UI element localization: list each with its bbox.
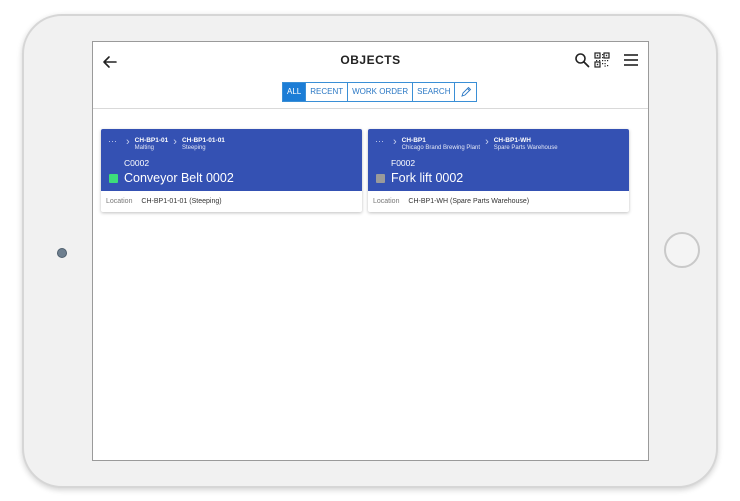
object-card[interactable]: ··· › CH-BP1-01 Malting › CH-BP1-01-01 S… [101,129,362,212]
breadcrumb: ··· › CH-BP1 Chicago Brand Brewing Plant… [375,137,558,152]
breadcrumb-code: CH-BP1 [401,137,426,144]
filter-tabs: ALL RECENT WORK ORDER SEARCH [282,82,478,102]
location-value: CH-BP1-WH (Spare Parts Warehouse) [408,198,530,205]
status-indicator [109,174,118,183]
object-location: Location CH-BP1-01-01 (Steeping) [101,191,362,212]
qr-scan-button[interactable] [594,52,610,68]
object-name: Fork lift 0002 [391,171,464,185]
breadcrumb-code: CH-BP1-01 [134,137,169,144]
search-icon [575,53,590,68]
home-button[interactable] [664,232,700,268]
camera-dot [57,248,67,258]
breadcrumb-ellipsis[interactable]: ··· [108,137,117,146]
page-title: OBJECTS [340,53,401,67]
object-location: Location CH-BP1-WH (Spare Parts Warehous… [368,191,629,212]
app-header: OBJECTS ALL RECENT WORK ORDER SEARCH [93,42,648,109]
breadcrumb-name: Spare Parts Warehouse [493,145,558,151]
object-card[interactable]: ··· › CH-BP1 Chicago Brand Brewing Plant… [368,129,629,212]
breadcrumb-name: Chicago Brand Brewing Plant [401,145,481,151]
hamburger-menu-icon [624,54,638,66]
object-name: Conveyor Belt 0002 [124,171,234,185]
chevron-right-icon: › [485,136,489,148]
breadcrumb-item[interactable]: CH-BP1-WH Spare Parts Warehouse [494,137,558,152]
qr-code-icon [594,52,610,68]
breadcrumb: ··· › CH-BP1-01 Malting › CH-BP1-01-01 S… [108,137,225,152]
tab-recent[interactable]: RECENT [306,83,349,101]
tab-all[interactable]: ALL [283,83,307,101]
object-card-header: ··· › CH-BP1-01 Malting › CH-BP1-01-01 S… [101,129,362,191]
search-button[interactable] [574,52,590,68]
tab-edit[interactable] [455,83,477,101]
location-label: Location [106,198,133,205]
chevron-right-icon: › [173,136,177,148]
app-screen: OBJECTS ALL RECENT WORK ORDER SEARCH ···… [92,41,649,461]
menu-button[interactable] [622,52,640,68]
chevron-right-icon: › [126,136,130,148]
object-card-header: ··· › CH-BP1 Chicago Brand Brewing Plant… [368,129,629,191]
breadcrumb-item[interactable]: CH-BP1 Chicago Brand Brewing Plant [402,137,480,152]
object-code: C0002 [124,158,150,168]
pencil-icon [461,86,472,97]
tab-work-order[interactable]: WORK ORDER [348,83,414,101]
chevron-right-icon: › [393,136,397,148]
object-code: F0002 [391,158,416,168]
breadcrumb-name: Steeping [181,145,206,151]
breadcrumb-code: CH-BP1-WH [493,137,531,144]
location-label: Location [373,198,400,205]
breadcrumb-code: CH-BP1-01-01 [181,137,225,144]
breadcrumb-item[interactable]: CH-BP1-01 Malting [135,137,169,152]
status-indicator [376,174,385,183]
breadcrumb-ellipsis[interactable]: ··· [375,137,384,146]
tab-search[interactable]: SEARCH [413,83,456,101]
breadcrumb-item[interactable]: CH-BP1-01-01 Steeping [182,137,225,152]
location-value: CH-BP1-01-01 (Steeping) [141,198,222,205]
breadcrumb-name: Malting [134,145,155,151]
